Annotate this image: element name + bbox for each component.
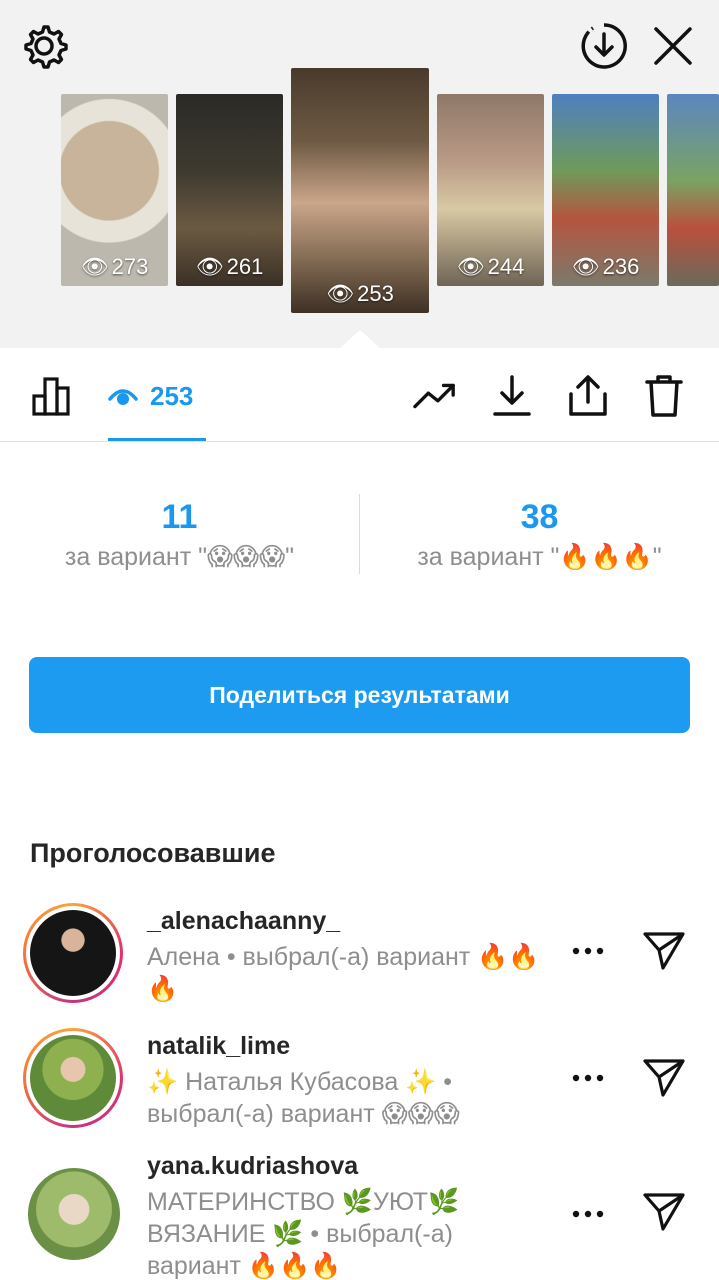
eye-icon: 👁 [326, 281, 355, 306]
story-archive-header: 👁 273 👁 261 👁 253 👁 244 👁 236 [0, 0, 719, 348]
avatar-image [30, 1035, 116, 1121]
story-thumbnail[interactable] [667, 94, 719, 286]
story-thumbnail-selected[interactable]: 👁 253 [291, 68, 429, 313]
more-icon[interactable] [565, 1058, 611, 1098]
story-thumbnail[interactable]: 👁 244 [437, 94, 544, 286]
story-image [667, 94, 719, 286]
gear-icon[interactable] [22, 24, 70, 70]
eye-icon: 👁 [571, 254, 600, 279]
avatar[interactable] [23, 1028, 123, 1128]
bar-chart-icon[interactable] [30, 374, 74, 418]
eye-icon: 👁 [456, 254, 485, 279]
viewers-count: 253 [150, 380, 194, 411]
share-results-button[interactable]: Поделиться результатами [29, 657, 690, 733]
voters-heading: Проголосовавшие [30, 838, 276, 868]
story-thumbnail[interactable]: 👁 273 [61, 94, 168, 286]
story-views: 👁 261 [176, 254, 283, 280]
story-views-count: 244 [487, 254, 525, 279]
download-circle-icon[interactable] [578, 20, 630, 72]
story-thumbnail[interactable]: 👁 261 [176, 94, 283, 286]
tab-viewers[interactable]: 253 [108, 376, 193, 416]
voter-username[interactable]: _alenachaanny_ [147, 907, 340, 936]
voter-username[interactable]: natalik_lime [147, 1032, 290, 1061]
poll-option-label: за вариант "😱😱😱" [64, 543, 295, 571]
story-views: 👁 273 [61, 254, 168, 280]
close-icon[interactable] [650, 22, 696, 70]
tab-underline [108, 438, 206, 441]
story-thumbnail[interactable]: 👁 236 [552, 94, 659, 286]
avatar-image [30, 910, 116, 996]
story-views: 👁 244 [437, 254, 544, 280]
more-icon[interactable] [565, 931, 611, 971]
eye-icon [108, 389, 138, 405]
story-views-count: 236 [602, 254, 640, 279]
story-insights-toolbar: 253 [0, 348, 719, 442]
trending-icon[interactable] [413, 374, 457, 418]
trash-icon[interactable] [642, 374, 686, 418]
eye-icon: 👁 [195, 254, 224, 279]
story-views-count: 273 [111, 254, 149, 279]
voter-username[interactable]: yana.kudriashova [147, 1152, 358, 1181]
poll-count: 11 [161, 498, 198, 536]
send-icon[interactable] [640, 1054, 688, 1102]
send-icon[interactable] [640, 1188, 688, 1236]
voter-subtitle: Алена • выбрал(-а) вариант 🔥🔥🔥 [147, 943, 540, 1003]
eye-icon: 👁 [80, 254, 109, 279]
download-icon[interactable] [490, 374, 534, 418]
poll-results: 11 за вариант "😱😱😱" 38 за вариант "🔥🔥🔥" [0, 494, 719, 614]
poll-count: 38 [520, 498, 559, 536]
poll-option-right: 38 за вариант "🔥🔥🔥" [360, 494, 719, 574]
story-views-count: 261 [226, 254, 264, 279]
poll-option-label: за вариант "🔥🔥🔥" [417, 543, 662, 571]
avatar[interactable] [23, 903, 123, 1003]
send-icon[interactable] [640, 927, 688, 975]
story-image [291, 68, 429, 313]
avatar[interactable] [28, 1168, 120, 1260]
more-icon[interactable] [565, 1194, 611, 1234]
voter-subtitle: ✨ Наталья Кубасова ✨ • выбрал(-а) вариан… [147, 1068, 460, 1128]
share-icon[interactable] [566, 374, 610, 418]
poll-option-left: 11 за вариант "😱😱😱" [0, 494, 359, 574]
story-views: 👁 236 [552, 254, 659, 280]
story-views: 👁 253 [291, 281, 429, 307]
voter-subtitle: МАТЕРИНСТВО 🌿УЮТ🌿 ВЯЗАНИЕ 🌿 • выбрал(-а)… [147, 1188, 460, 1280]
story-views-count: 253 [357, 281, 394, 306]
selected-story-pointer [340, 330, 380, 348]
